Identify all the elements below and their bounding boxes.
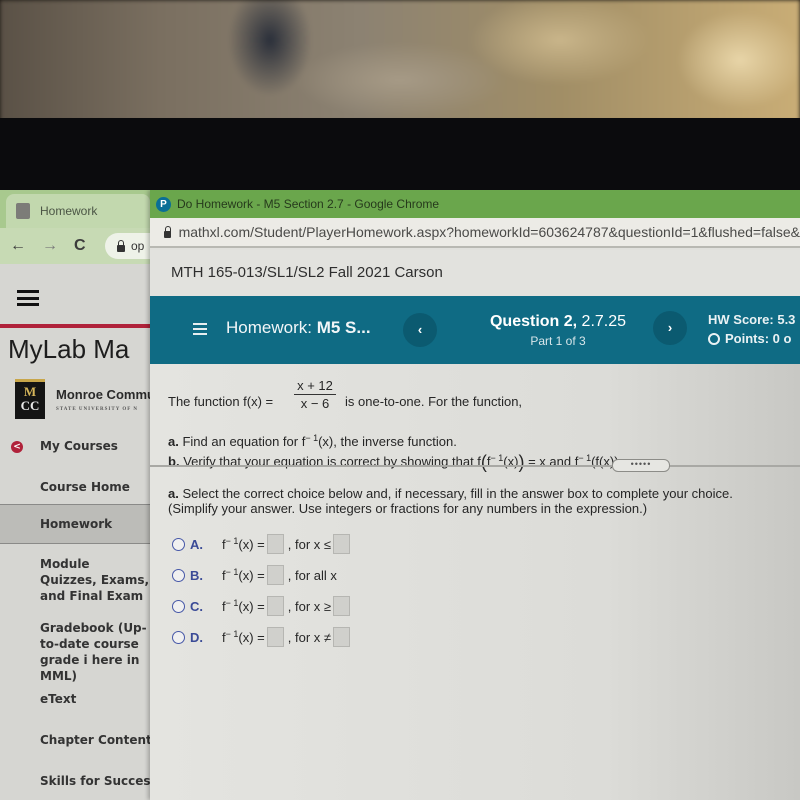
background-room-photo	[0, 0, 800, 122]
choice-b[interactable]: B. f− 1(x) = , for all x	[172, 563, 337, 587]
answer-box-condition[interactable]	[333, 534, 351, 554]
hw-score: HW Score: 5.3	[708, 312, 796, 327]
hamburger-menu-icon[interactable]	[17, 290, 39, 306]
part-b-text: b. Verify that your equation is correct …	[168, 452, 643, 472]
nav-gradebook[interactable]: Gradebook (Up-to-date course grade i her…	[0, 620, 152, 684]
question-part: Part 1 of 3	[530, 334, 586, 348]
lock-icon	[117, 239, 125, 252]
answer-box-expression[interactable]	[266, 565, 284, 585]
window-title: Do Homework - M5 Section 2.7 - Google Ch…	[177, 197, 440, 211]
back-window-tabbar: Homework	[0, 190, 150, 228]
next-question-button[interactable]: ›	[653, 311, 687, 345]
question-stem: The function f(x) = x + 12 x − 6 is one-…	[168, 378, 523, 411]
window-titlebar[interactable]: P Do Homework - M5 Section 2.7 - Google …	[150, 190, 800, 218]
instructions: a. Select the correct choice below and, …	[168, 486, 733, 516]
question-content: The function f(x) = x + 12 x − 6 is one-…	[150, 364, 800, 800]
back-url-text: op	[131, 239, 145, 253]
nav-my-courses[interactable]: < My Courses	[0, 438, 152, 454]
popup-address-bar[interactable]: mathxl.com/Student/PlayerHomework.aspx?h…	[150, 218, 800, 248]
answer-box-expression[interactable]	[266, 534, 284, 554]
choice-a[interactable]: A. f− 1(x) = , for x ≤	[172, 532, 352, 556]
fraction-denominator: x − 6	[300, 396, 330, 411]
radio-button[interactable]	[172, 537, 185, 551]
radio-button[interactable]	[172, 568, 185, 582]
function-fraction: x + 12 x − 6	[294, 378, 336, 411]
school-subtitle: STATE UNIVERSITY OF N	[56, 407, 138, 412]
pearson-logo-icon: P	[156, 196, 171, 212]
site-title: MyLab Ma	[8, 334, 130, 364]
tab-title: Homework	[40, 204, 98, 218]
back-arrow-icon[interactable]: ←	[10, 237, 26, 255]
forward-arrow-icon[interactable]: →	[42, 237, 58, 255]
mylab-sidebar-page: MyLab Ma M CC Monroe Commu STATE UNIVERS…	[0, 264, 155, 800]
question-number: Question 2, 2.7.25	[489, 313, 627, 330]
nav-homework[interactable]: Homework	[0, 504, 152, 544]
homework-title[interactable]: Homework: M5 S...	[226, 318, 371, 338]
nav-chapter-contents[interactable]: Chapter Contents	[0, 732, 152, 748]
nav-etext[interactable]: eText	[0, 691, 152, 707]
choice-c[interactable]: C. f− 1(x) = , for x ≥	[172, 594, 352, 618]
answer-box-condition[interactable]	[333, 627, 351, 647]
nav-skills-for-success[interactable]: Skills for Success	[0, 773, 152, 789]
expand-more-button[interactable]: •••••	[612, 459, 670, 472]
lock-icon	[164, 225, 171, 238]
reload-icon[interactable]: C	[74, 237, 86, 255]
school-name: Monroe Commu	[56, 387, 155, 402]
answer-box-condition[interactable]	[333, 596, 351, 616]
nav-course-home[interactable]: Course Home	[0, 479, 152, 495]
popup-url-text: mathxl.com/Student/PlayerHomework.aspx?h…	[178, 224, 800, 240]
radio-button[interactable]	[172, 630, 185, 644]
radio-button[interactable]	[172, 599, 185, 613]
homework-header: Homework: M5 S... ‹ Question 2, 2.7.25 P…	[150, 296, 800, 364]
answer-box-expression[interactable]	[266, 627, 284, 647]
homework-menu-icon[interactable]	[193, 323, 207, 335]
browser-tab-homework[interactable]: Homework	[6, 194, 150, 228]
monitor-bezel	[0, 118, 800, 190]
part-a-text: a. Find an equation for f− 1(x), the inv…	[168, 433, 457, 449]
section-divider	[150, 465, 800, 467]
nav-module-quizzes[interactable]: Module Quizzes, Exams, and Final Exam	[0, 556, 152, 604]
points-display: Points: 0 o	[708, 331, 791, 346]
answer-box-expression[interactable]	[266, 596, 284, 616]
course-title: MTH 165-013/SL1/SL2 Fall 2021 Carson	[150, 250, 800, 296]
homework-popup-window: P Do Homework - M5 Section 2.7 - Google …	[150, 190, 800, 800]
school-logo: M CC	[15, 379, 45, 419]
previous-question-button[interactable]: ‹	[403, 313, 437, 347]
fraction-numerator: x + 12	[294, 378, 336, 395]
tab-favicon-icon	[16, 203, 30, 219]
choice-d[interactable]: D. f− 1(x) = , for x ≠	[172, 625, 352, 649]
chevron-left-icon: <	[11, 441, 23, 453]
monitor-screen: Homework ← → C op MyLab Ma M CC Monroe C…	[0, 190, 800, 800]
points-status-icon	[708, 332, 720, 345]
brand-divider	[0, 324, 152, 328]
